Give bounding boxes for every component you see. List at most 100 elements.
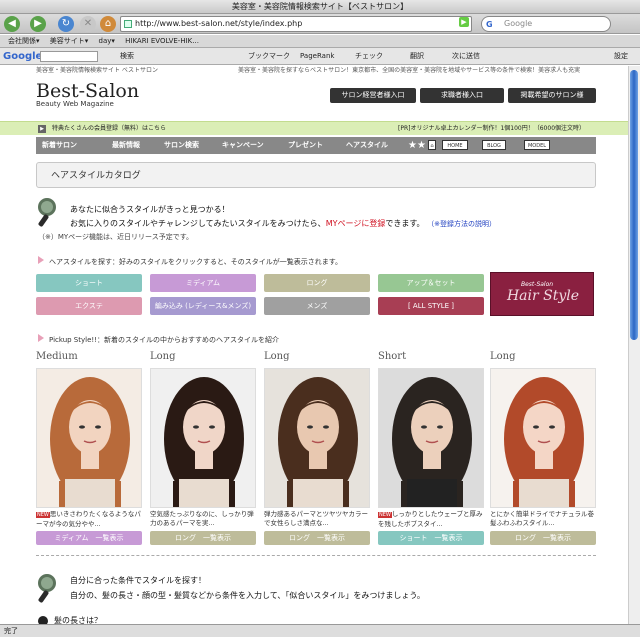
search-placeholder: Google (504, 19, 533, 28)
site-tagline: 美容室・美容院情報検索サイト ベストサロン (36, 67, 159, 74)
cat-long-button[interactable]: ロング (264, 274, 370, 292)
style-description[interactable]: とにかく簡単ドライでナチュラル巻髪ふわふわスタイル... (490, 510, 598, 530)
model-portrait-icon (278, 377, 358, 507)
owner-entrance-button[interactable]: サロン経営者様入口 (330, 88, 416, 103)
url-text: http://www.best-salon.net/style/index.ph… (135, 19, 303, 28)
bookmarks-bar: 会社関係▾ 美容サイト▾ day▾ HIKARI EVOLVE-HIK... (0, 35, 640, 48)
translate-button[interactable]: 翻訳 (410, 48, 424, 65)
bookmark-folder[interactable]: day▾ (99, 37, 115, 45)
nav-salon-search[interactable]: サロン検索 (164, 137, 199, 154)
settings-button[interactable]: 設定 (614, 48, 628, 65)
list-view-button[interactable]: ショート 一覧表示 (378, 531, 484, 545)
google-logo: Google (3, 51, 43, 62)
nav-hairstyle[interactable]: ヘアスタイル (346, 137, 388, 154)
stop-icon[interactable]: ✕ (80, 16, 96, 32)
nav-latest-news[interactable]: 最新情報 (112, 137, 140, 154)
google-toolbar-input[interactable] (40, 51, 98, 62)
send-to-button[interactable]: 次に送信 (452, 48, 480, 65)
calendar-pr-link[interactable]: [PR]オリジナル卓上カレンダー制作！1個100円！（6000個注文時） (398, 122, 585, 136)
member-signup-link[interactable]: 特典たくさんの会員登録（無料）はこちら (52, 122, 166, 136)
stars-icon: ★★ (408, 140, 426, 151)
style-description[interactable]: NEWしっかりとしたウェーブと厚みを残したボブスタイ... (378, 510, 486, 530)
back-arrow-icon[interactable]: ◀ (4, 16, 20, 32)
bookmark-folder[interactable]: 会社関係▾ (8, 37, 40, 45)
search-field[interactable]: G Google (481, 16, 611, 32)
list-view-button[interactable]: ロング 一覧表示 (490, 531, 596, 545)
list-view-button[interactable]: ミディアム 一覧表示 (36, 531, 142, 545)
intro-text-post: できます。 (385, 219, 425, 228)
divider (36, 555, 596, 556)
cat-braid-button[interactable]: 編み込み (レディース&メンズ) (150, 297, 256, 315)
reload-icon[interactable]: ↻ (58, 16, 74, 32)
style-description-text: しっかりとしたウェーブと厚みを残したボブスタイ... (378, 510, 483, 528)
style-description-text: 弾力感あるパーマとツヤツヤカラーで女性らしさ満点な... (264, 510, 368, 527)
site-favicon-icon (124, 20, 132, 28)
cat-mens-button[interactable]: メンズ (264, 297, 370, 315)
magnifier-icon (36, 198, 62, 228)
cat-upset-button[interactable]: アップ＆セット (378, 274, 484, 292)
home-icon[interactable]: ⌂ (100, 16, 116, 32)
cat-medium-button[interactable]: ミディアム (150, 274, 256, 292)
nav-blog-icon[interactable]: BLOG (482, 140, 506, 150)
listing-request-button[interactable]: 掲載希望のサロン様 (508, 88, 596, 103)
style-photo[interactable] (378, 368, 484, 508)
mypage-note: （※）MYページ機能は、近日リリース予定です。 (38, 233, 193, 241)
nav-model-icon[interactable]: MODEL (524, 140, 550, 150)
site-logo-subtitle: Beauty Web Magazine (36, 100, 114, 108)
condition-text: 自分の、髪の長さ・顔の型・髪質などから条件を入力して、「似合いスタイル」をみつけ… (70, 591, 425, 600)
register-help-link[interactable]: （※登録方法の説明） (427, 220, 496, 228)
go-arrow-icon[interactable]: ▶ (459, 17, 469, 27)
step-bullet-icon (38, 615, 48, 624)
jobseeker-entrance-button[interactable]: 求職者様入口 (420, 88, 504, 103)
nav-present[interactable]: プレゼント (288, 137, 323, 154)
search-label-text: ヘアスタイルを探す：好みのスタイルをクリックすると、そのスタイルが一覧表示されま… (49, 258, 343, 266)
bookmark-folder[interactable]: 美容サイト▾ (50, 37, 89, 45)
banner-title: Hair Style (506, 288, 580, 304)
style-photo[interactable] (150, 368, 256, 508)
play-icon: ▶ (38, 125, 46, 133)
page-content: 美容室・美容院情報検索サイト ベストサロン 美容室・美容院を探すならベストサロン… (0, 66, 628, 624)
pickup-label: Pickup Style!!：新着のスタイルの中からおすすめのヘアスタイルを紹介 (38, 334, 279, 345)
nav-campaign[interactable]: キャンペーン (222, 137, 264, 154)
nav-new-salons[interactable]: 新着サロン (42, 137, 77, 154)
scrollbar-thumb[interactable] (630, 70, 638, 340)
list-view-button[interactable]: ロング 一覧表示 (264, 531, 370, 545)
bookmark-link[interactable]: HIKARI EVOLVE-HIK... (125, 37, 199, 45)
url-field[interactable]: http://www.best-salon.net/style/index.ph… (120, 16, 472, 32)
pagerank-indicator: PageRank (300, 52, 335, 60)
status-bar: 完了 (0, 624, 640, 637)
hairstyle-banner[interactable]: Best-Salon Hair Style (490, 272, 594, 316)
model-portrait-icon (164, 377, 244, 507)
cat-all-style-button[interactable]: [ ALL STYLE ] (378, 297, 484, 315)
pink-triangle-icon (38, 256, 44, 264)
style-description[interactable]: 弾力感あるパーマとツヤツヤカラーで女性らしさ満点な... (264, 510, 372, 530)
intro-heading: あなたに似合うスタイルがきっと見つかる！ (70, 205, 230, 214)
cat-short-button[interactable]: ショート (36, 274, 142, 292)
style-length-tag: Long (150, 351, 176, 362)
google-search-button[interactable]: 検索 (120, 48, 134, 65)
search-label: ヘアスタイルを探す：好みのスタイルをクリックすると、そのスタイルが一覧表示されま… (38, 256, 342, 267)
magnifier-icon (36, 574, 62, 604)
style-description[interactable]: NEW思いきさわりたくなるようなパーマが今の気分やや... (36, 510, 144, 530)
bookmark-button[interactable]: ブックマーク (248, 48, 290, 65)
style-photo[interactable] (264, 368, 370, 508)
forward-arrow-icon[interactable]: ▶ (30, 16, 46, 32)
intro-text-pre: お気に入りのスタイルやチャレンジしてみたいスタイルをみつけたら、 (70, 219, 326, 228)
banner-brand: Best-Salon (521, 281, 554, 288)
list-view-button[interactable]: ロング 一覧表示 (150, 531, 256, 545)
spellcheck-button[interactable]: チェック (355, 48, 383, 65)
style-description-text: とにかく簡単ドライでナチュラル巻髪ふわふわスタイル... (490, 510, 594, 527)
house-icon: ⌂ (428, 140, 436, 150)
style-length-tag: Long (490, 351, 516, 362)
style-photo[interactable] (490, 368, 596, 508)
intro-text: お気に入りのスタイルやチャレンジしてみたいスタイルをみつけたら、MYページに登録… (70, 218, 496, 229)
style-photo[interactable] (36, 368, 142, 508)
style-length-tag: Short (378, 351, 407, 362)
site-logo[interactable]: Best-Salon (36, 80, 139, 102)
style-description[interactable]: 空気感たっぷりなのに、しっかり弾力のあるパーマを実... (150, 510, 258, 530)
mypage-register-link[interactable]: MYページに登録 (326, 219, 386, 228)
nav-home-icon[interactable]: HOME (442, 140, 468, 150)
style-description-text: 思いきさわりたくなるようなパーマが今の気分やや... (36, 510, 141, 528)
style-length-tag: Medium (36, 351, 78, 362)
cat-extension-button[interactable]: エクステ (36, 297, 142, 315)
